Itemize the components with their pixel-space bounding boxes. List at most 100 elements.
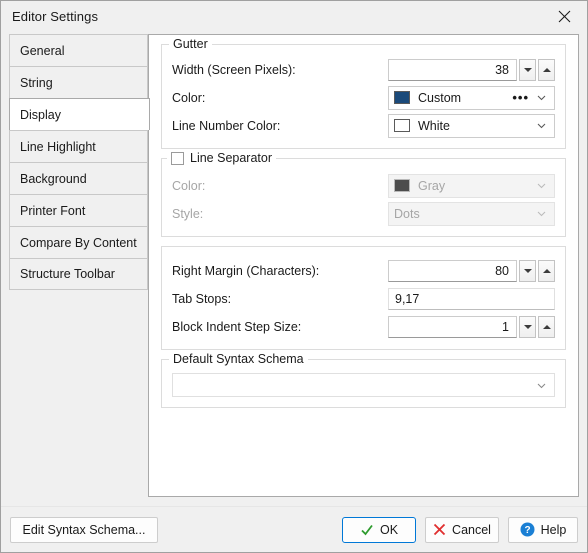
display-settings-panel: Gutter Width (Screen Pixels): 38 Color: …	[148, 34, 579, 497]
ok-button[interactable]: OK	[342, 516, 416, 543]
close-icon[interactable]	[542, 1, 587, 31]
gutter-color-row: Color: Custom •••	[172, 84, 555, 111]
chevron-up-icon	[542, 268, 551, 273]
chevron-up-icon	[542, 324, 551, 329]
chevron-down-icon	[523, 324, 532, 329]
gutter-color-combo[interactable]: Custom •••	[388, 85, 555, 110]
sidebar-item-compare-by-content[interactable]: Compare By Content	[9, 226, 148, 258]
gutter-color-value: Custom	[418, 90, 462, 105]
line-separator-color-combo: Gray	[388, 173, 555, 198]
tab-stops-label: Tab Stops:	[172, 291, 232, 306]
block-indent-spinner-up[interactable]	[538, 315, 555, 338]
gutter-group-title: Gutter	[169, 37, 212, 51]
block-indent-input[interactable]: 1	[388, 315, 517, 338]
default-syntax-schema-combo[interactable]	[172, 373, 555, 397]
line-separator-style-combo: Dots	[388, 201, 555, 226]
line-separator-style-value: Dots	[394, 206, 420, 221]
line-separator-color-row: Color: Gray	[172, 172, 555, 199]
tab-label: Compare By Content	[20, 235, 137, 250]
right-margin-row: Right Margin (Characters): 80	[172, 257, 555, 284]
block-indent-spinner-down[interactable]	[519, 315, 536, 338]
right-margin-spinner-up[interactable]	[538, 259, 555, 282]
chevron-down-icon	[537, 123, 546, 129]
sidebar-item-string[interactable]: String	[9, 66, 148, 98]
color-swatch	[394, 91, 410, 104]
chevron-down-icon	[537, 95, 546, 101]
tab-label: General	[20, 43, 65, 58]
right-margin-spinner-down[interactable]	[519, 259, 536, 282]
chevron-down-icon	[523, 268, 532, 273]
help-button[interactable]: ? Help	[508, 516, 578, 543]
dialog-button-bar: Edit Syntax Schema... OK Cancel ? Help	[1, 506, 587, 552]
editor-settings-dialog: Editor Settings General String Display L…	[0, 0, 588, 553]
sidebar-item-structure-toolbar[interactable]: Structure Toolbar	[9, 258, 148, 290]
tab-stops-value: 9,17	[395, 291, 420, 306]
sidebar-item-background[interactable]: Background	[9, 162, 148, 194]
sidebar-item-printer-font[interactable]: Printer Font	[9, 194, 148, 226]
default-syntax-schema-title: Default Syntax Schema	[169, 352, 308, 366]
line-separator-style-label: Style:	[172, 206, 204, 221]
tab-label: Printer Font	[20, 203, 86, 218]
tab-label: String	[20, 75, 53, 90]
tab-label: Background	[20, 171, 87, 186]
sidebar-item-display[interactable]: Display	[9, 98, 150, 130]
chevron-down-icon	[537, 211, 546, 217]
color-swatch	[394, 119, 410, 132]
question-mark-icon: ?	[520, 522, 535, 537]
tab-label: Display	[20, 107, 61, 122]
right-margin-input[interactable]: 80	[388, 259, 517, 282]
line-separator-style-row: Style: Dots	[172, 200, 555, 227]
block-indent-label: Block Indent Step Size:	[172, 319, 302, 334]
gutter-width-row: Width (Screen Pixels): 38	[172, 56, 555, 83]
chevron-down-icon	[523, 67, 532, 72]
line-separator-label: Line Separator	[190, 151, 273, 165]
x-icon	[433, 523, 446, 536]
settings-tab-list: General String Display Line Highlight Ba…	[9, 31, 150, 506]
tab-label: Line Highlight	[20, 139, 96, 154]
edit-syntax-schema-button[interactable]: Edit Syntax Schema...	[10, 516, 158, 543]
line-separator-group-title: Line Separator	[167, 151, 277, 165]
gutter-line-number-color-label: Line Number Color:	[172, 118, 281, 133]
default-syntax-schema-group: Default Syntax Schema	[161, 352, 566, 408]
gutter-color-label: Color:	[172, 90, 206, 105]
gutter-width-label: Width (Screen Pixels):	[172, 62, 296, 77]
chevron-up-icon	[542, 67, 551, 72]
margins-group: Right Margin (Characters): 80 Tab Stops:…	[161, 246, 566, 350]
block-indent-value: 1	[502, 319, 509, 334]
gutter-line-number-color-value: White	[418, 118, 450, 133]
chevron-down-icon	[537, 183, 546, 189]
sidebar-item-general[interactable]: General	[9, 34, 148, 66]
line-separator-color-label: Color:	[172, 178, 206, 193]
sidebar-item-line-highlight[interactable]: Line Highlight	[9, 130, 148, 162]
block-indent-row: Block Indent Step Size: 1	[172, 313, 555, 340]
cancel-button[interactable]: Cancel	[425, 516, 499, 543]
line-separator-color-value: Gray	[418, 178, 446, 193]
more-options-icon[interactable]: •••	[512, 91, 529, 104]
tab-stops-input[interactable]: 9,17	[388, 287, 555, 310]
help-label: Help	[540, 522, 567, 537]
check-icon	[361, 524, 373, 535]
dialog-actions: OK Cancel ? Help	[342, 516, 578, 543]
tab-stops-row: Tab Stops: 9,17	[172, 285, 555, 312]
right-margin-value: 80	[495, 263, 509, 278]
edit-syntax-schema-label: Edit Syntax Schema...	[22, 522, 146, 537]
gutter-width-spinner-down[interactable]	[519, 58, 536, 81]
window-title: Editor Settings	[12, 8, 99, 24]
ok-label: OK	[379, 522, 399, 537]
chevron-down-icon	[537, 383, 546, 388]
tab-label: Structure Toolbar	[20, 267, 115, 281]
gutter-width-input[interactable]: 38	[388, 58, 517, 81]
gutter-line-number-color-combo[interactable]: White	[388, 113, 555, 138]
svg-text:?: ?	[524, 525, 530, 536]
gutter-group: Gutter Width (Screen Pixels): 38 Color: …	[161, 37, 566, 149]
line-separator-group: Line Separator Color: Gray Style: Dots	[161, 151, 566, 237]
gutter-line-number-color-row: Line Number Color: White	[172, 112, 555, 139]
right-margin-label: Right Margin (Characters):	[172, 263, 320, 278]
title-bar: Editor Settings	[1, 1, 587, 31]
gutter-width-spinner-up[interactable]	[538, 58, 555, 81]
gutter-width-value: 38	[495, 62, 509, 77]
color-swatch	[394, 179, 410, 192]
cancel-label: Cancel	[452, 522, 491, 537]
line-separator-checkbox[interactable]	[171, 151, 184, 165]
dialog-body: General String Display Line Highlight Ba…	[1, 31, 587, 506]
